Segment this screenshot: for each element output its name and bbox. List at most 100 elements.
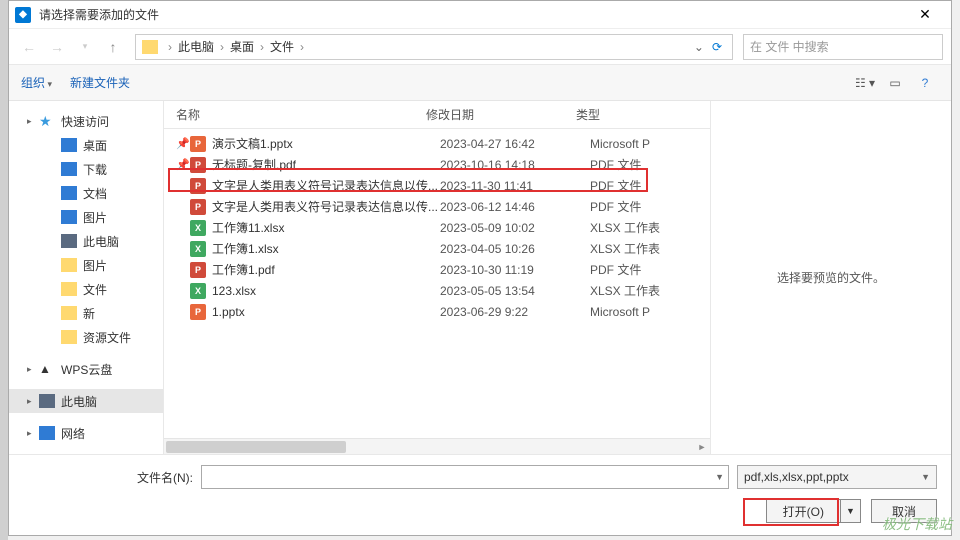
sidebar-network[interactable]: ▸网络 [9, 421, 163, 445]
crumb-desktop[interactable]: 桌面 [228, 38, 256, 55]
file-name: 文字是人类用表义符号记录表达信息以传... [212, 198, 440, 215]
search-placeholder: 在 文件 中搜索 [750, 38, 829, 55]
file-name: 1.pptx [212, 305, 440, 319]
refresh-button[interactable]: ⟳ [708, 40, 726, 54]
scrollbar-horizontal[interactable]: ◄ ► [164, 438, 710, 454]
table-row[interactable]: P 文字是人类用表义符号记录表达信息以传...2023-06-12 14:46PD… [164, 196, 710, 217]
table-row[interactable]: X 123.xlsx2023-05-05 13:54XLSX 工作表 [164, 280, 710, 301]
preview-pane-button[interactable]: ▭ [881, 72, 909, 94]
file-type: XLSX 工作表 [590, 282, 710, 299]
sidebar-thispc[interactable]: ▸此电脑 [9, 389, 163, 413]
pdf-icon: P [190, 262, 206, 278]
table-row[interactable]: P 1.pptx2023-06-29 9:22Microsoft P [164, 301, 710, 322]
sidebar-downloads[interactable]: ▸下载 [9, 157, 163, 181]
file-date: 2023-06-29 9:22 [440, 305, 590, 319]
filetype-filter[interactable]: pdf,xls,xlsx,ppt,pptx ▼ [737, 465, 937, 489]
organize-button[interactable]: 组织 [21, 74, 52, 91]
app-icon: ◆ [15, 7, 31, 23]
table-row[interactable]: 📌P无标题-复制.pdf2023-10-16 14:18PDF 文件 [164, 154, 710, 175]
file-date: 2023-11-30 11:41 [440, 179, 590, 193]
pdf-icon: P [190, 178, 206, 194]
pin-icon: 📌 [176, 137, 190, 150]
file-type: XLSX 工作表 [590, 219, 710, 236]
footer: 文件名(N): ▼ pdf,xls,xlsx,ppt,pptx ▼ 打开(O) … [9, 454, 951, 535]
new-folder-button[interactable]: 新建文件夹 [70, 74, 130, 91]
file-name: 无标题-复制.pdf [212, 156, 440, 173]
sidebar-documents[interactable]: ▸文档 [9, 181, 163, 205]
filename-label: 文件名(N): [23, 469, 193, 486]
file-type: PDF 文件 [590, 261, 710, 278]
titlebar: ◆ 请选择需要添加的文件 ✕ [9, 1, 951, 29]
toolbar: 组织 新建文件夹 ☷ ▾ ▭ ? [9, 65, 951, 101]
file-date: 2023-04-05 10:26 [440, 242, 590, 256]
file-type: PDF 文件 [590, 177, 710, 194]
folder-icon [142, 40, 158, 54]
breadcrumb[interactable]: › 此电脑 › 桌面 › 文件 › ⌄ ⟳ [135, 34, 733, 60]
file-type: Microsoft P [590, 305, 710, 319]
chevron-down-icon[interactable]: ▼ [921, 472, 930, 482]
up-button[interactable]: ↑ [101, 35, 125, 59]
file-name: 演示文稿1.pptx [212, 135, 440, 152]
file-name: 工作簿1.xlsx [212, 240, 440, 257]
open-button[interactable]: 打开(O) ▼ [766, 499, 861, 523]
preview-pane: 选择要预览的文件。 [711, 101, 951, 454]
file-rows: 📌P演示文稿1.pptx2023-04-27 16:42Microsoft P📌… [164, 129, 710, 438]
sidebar-pictures2[interactable]: ▸图片 [9, 253, 163, 277]
file-date: 2023-05-05 13:54 [440, 284, 590, 298]
file-name: 123.xlsx [212, 284, 440, 298]
file-date: 2023-10-30 11:19 [440, 263, 590, 277]
file-date: 2023-06-12 14:46 [440, 200, 590, 214]
file-date: 2023-04-27 16:42 [440, 137, 590, 151]
sidebar: ▸★快速访问 ▸桌面 ▸下载 ▸文档 ▸图片 ▸此电脑 ▸图片 ▸文件 ▸新 ▸… [9, 101, 164, 454]
file-date: 2023-05-09 10:02 [440, 221, 590, 235]
file-name: 工作簿11.xlsx [212, 219, 440, 236]
table-row[interactable]: P 文字是人类用表义符号记录表达信息以传...2023-11-30 11:41PD… [164, 175, 710, 196]
close-button[interactable]: ✕ [905, 1, 945, 29]
sidebar-pictures[interactable]: ▸图片 [9, 205, 163, 229]
back-button[interactable]: ← [17, 35, 41, 59]
table-row[interactable]: X工作簿11.xlsx2023-05-09 10:02XLSX 工作表 [164, 217, 710, 238]
column-headers: 名称 修改日期 类型 [164, 101, 710, 129]
file-type: PDF 文件 [590, 156, 710, 173]
ppt-icon: P [190, 304, 206, 320]
pin-icon: 📌 [176, 158, 190, 171]
search-input[interactable]: 在 文件 中搜索 [743, 34, 943, 60]
file-type: PDF 文件 [590, 198, 710, 215]
scroll-right-icon[interactable]: ► [694, 439, 710, 455]
table-row[interactable]: X工作簿1.xlsx2023-04-05 10:26XLSX 工作表 [164, 238, 710, 259]
scroll-thumb[interactable] [166, 441, 346, 453]
sidebar-resources[interactable]: ▸资源文件 [9, 325, 163, 349]
forward-button[interactable]: → [45, 35, 69, 59]
filename-input[interactable]: ▼ [201, 465, 729, 489]
col-type[interactable]: 类型 [576, 106, 696, 123]
breadcrumb-dropdown[interactable]: ⌄ [690, 40, 708, 54]
file-dialog: ◆ 请选择需要添加的文件 ✕ ← → ▾ ↑ › 此电脑 › 桌面 › 文件 ›… [8, 0, 952, 536]
dialog-title: 请选择需要添加的文件 [39, 6, 905, 23]
col-date[interactable]: 修改日期 [426, 106, 576, 123]
pdf-icon: P [190, 199, 206, 215]
help-button[interactable]: ? [911, 72, 939, 94]
col-name[interactable]: 名称 [176, 106, 426, 123]
filter-text: pdf,xls,xlsx,ppt,pptx [744, 470, 849, 484]
table-row[interactable]: 📌P演示文稿1.pptx2023-04-27 16:42Microsoft P [164, 133, 710, 154]
file-list: 名称 修改日期 类型 📌P演示文稿1.pptx2023-04-27 16:42M… [164, 101, 711, 454]
watermark: 极光下载站 [882, 514, 952, 534]
open-split-dropdown[interactable]: ▼ [840, 500, 860, 522]
view-list-button[interactable]: ☷ ▾ [851, 72, 879, 94]
sidebar-files[interactable]: ▸文件 [9, 277, 163, 301]
recent-dropdown[interactable]: ▾ [73, 35, 97, 59]
sidebar-desktop[interactable]: ▸桌面 [9, 133, 163, 157]
file-name: 工作簿1.pdf [212, 261, 440, 278]
preview-text: 选择要预览的文件。 [777, 269, 885, 286]
sidebar-thispc-sub[interactable]: ▸此电脑 [9, 229, 163, 253]
sidebar-new[interactable]: ▸新 [9, 301, 163, 325]
xls-icon: X [190, 283, 206, 299]
sidebar-wps[interactable]: ▸▲WPS云盘 [9, 357, 163, 381]
file-name: 文字是人类用表义符号记录表达信息以传... [212, 177, 440, 194]
crumb-thispc[interactable]: 此电脑 [176, 38, 216, 55]
crumb-folder[interactable]: 文件 [268, 38, 296, 55]
chevron-down-icon[interactable]: ▼ [715, 472, 724, 482]
file-type: Microsoft P [590, 137, 710, 151]
sidebar-quick-access[interactable]: ▸★快速访问 [9, 109, 163, 133]
table-row[interactable]: P 工作簿1.pdf2023-10-30 11:19PDF 文件 [164, 259, 710, 280]
